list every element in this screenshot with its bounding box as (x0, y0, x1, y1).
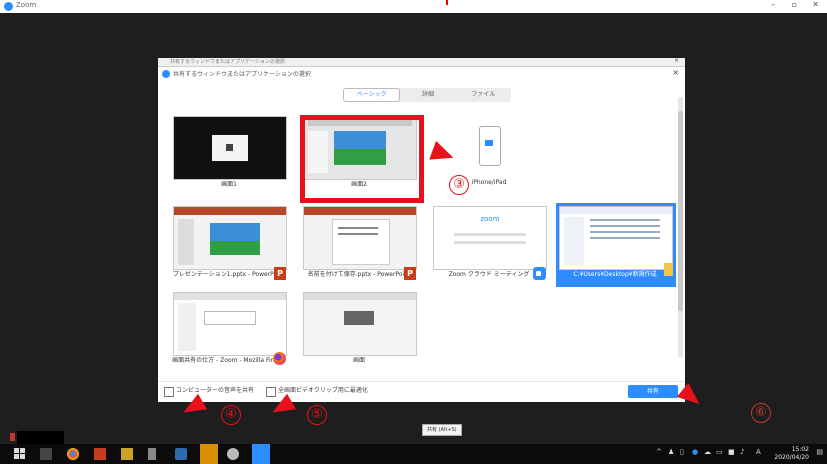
tray-ime-icon[interactable]: A (756, 448, 761, 456)
tab-files[interactable]: ファイル (456, 88, 511, 102)
tray-chevron-icon[interactable]: ^ (656, 448, 662, 456)
tile-label: 画面1 (221, 181, 237, 188)
tray-network-icon[interactable]: ▭ (716, 448, 723, 456)
tray-app-icon[interactable]: ■ (728, 448, 735, 456)
step-3-marker: ③ (449, 175, 469, 195)
optimize-video-label: 全画面ビデオクリップ用に最適化 (278, 387, 368, 394)
highlight-box-screen-2 (300, 115, 424, 203)
tile-label: 画面共有の仕方 - Zoom - Mozilla Firefox (172, 357, 286, 364)
firefox-thumbnail (173, 292, 287, 356)
red-marker (446, 0, 448, 5)
chrome-icon[interactable] (67, 448, 79, 460)
window-title: Zoom (16, 1, 37, 9)
outlook-icon[interactable] (175, 448, 187, 460)
tray-zoom-icon[interactable]: ● (692, 448, 698, 456)
background-dialog-close-icon[interactable]: × (674, 57, 679, 64)
share-tabs: ベーシック 詳細 ファイル (343, 88, 511, 102)
scrollbar-thumb[interactable] (678, 111, 683, 311)
tray-volume-icon[interactable]: ♪ (740, 448, 744, 456)
task-view-icon[interactable] (40, 448, 52, 460)
settings-icon[interactable] (227, 448, 239, 460)
tile-label: プレゼンテーション1.pptx - PowerPoint (172, 271, 286, 278)
minimize-icon[interactable]: – (771, 0, 775, 9)
tile-label: 画面 (352, 357, 365, 364)
powerpoint-icon: P (404, 267, 416, 280)
zoom-taskbar-icon[interactable] (252, 444, 270, 464)
app-taskbar-icon[interactable] (121, 448, 133, 460)
tray-onedrive-icon[interactable]: ☁ (704, 448, 711, 456)
powerpoint-icon: P (274, 267, 286, 280)
zoom-meeting-thumbnail: zoom (433, 206, 547, 270)
zoom-wordmark: zoom (480, 215, 500, 223)
share-tile-screen-1[interactable]: 画面1 (170, 113, 288, 201)
tray-battery-icon[interactable]: ▯ (680, 448, 684, 456)
taskbar-clock[interactable]: 15:02 2020/04/20 (774, 446, 809, 462)
step-6-marker: ⑥ (751, 403, 771, 423)
powerpoint-1-thumbnail (173, 206, 287, 270)
recording-indicator-icon (10, 433, 15, 441)
keyboard-icon[interactable] (148, 448, 156, 460)
zoom-app-icon (4, 2, 13, 11)
share-tile-zoom-meeting[interactable]: zoom Zoom クラウド ミーティング (430, 203, 548, 291)
tile-label: iPhone/iPad (471, 179, 507, 186)
share-tile-firefox[interactable]: 画面共有の仕方 - Zoom - Mozilla Firefox (170, 289, 288, 377)
window-titlebar: Zoom – ▫ ✕ (0, 0, 827, 13)
tab-basic[interactable]: ベーシック (343, 88, 401, 102)
dialog-footer: コンピューターの音声を共有 全画面ビデオクリップ用に最適化 共有 (158, 381, 685, 402)
optimize-video-checkbox[interactable] (266, 387, 276, 397)
share-sound-checkbox[interactable] (164, 387, 174, 397)
zoom-app-icon (533, 267, 546, 280)
windows-taskbar: ^ ♟ ▯ ● ☁ ▭ ■ ♪ A 15:02 2020/04/20 ▤ (0, 444, 827, 464)
clock-time: 15:02 (791, 446, 809, 453)
clock-date: 2020/04/20 (774, 454, 809, 461)
dialog-title: 共有するウィンドウまたはアプリケーションの選択 (173, 71, 311, 78)
dialog-titlebar: 共有するウィンドウまたはアプリケーションの選択 × (158, 67, 685, 81)
background-dialog-titlebar: 共有するウィンドウまたはアプリケーションの選択 × (158, 57, 685, 67)
step-5-marker: ⑤ (307, 405, 327, 425)
tray-person-icon[interactable]: ♟ (668, 448, 674, 456)
firefox-icon (273, 352, 286, 365)
file-explorer-icon[interactable] (200, 444, 218, 464)
zoom-logo-icon (162, 70, 170, 78)
share-button[interactable]: 共有 (628, 385, 678, 398)
redacted-area (17, 431, 64, 444)
windows-start-icon[interactable] (14, 448, 26, 460)
folder-thumbnail (559, 206, 673, 270)
close-icon[interactable]: ✕ (812, 0, 819, 9)
tile-label: Zoom クラウド ミーティング (448, 271, 530, 278)
dialog-close-icon[interactable]: × (672, 68, 679, 77)
share-shortcut-tooltip: 共有 (Alt+S) (422, 424, 462, 436)
background-dialog-title: 共有するウィンドウまたはアプリケーションの選択 (170, 59, 285, 65)
tile-label: C:¥Users¥Desktop¥新規作成 (573, 271, 657, 278)
share-tile-powerpoint-1[interactable]: プレゼンテーション1.pptx - PowerPoint P (170, 203, 288, 291)
screen-1-thumbnail (173, 116, 287, 180)
share-tile-powerpoint-2[interactable]: 名前を付けて保存.pptx - PowerPoint P (300, 203, 418, 291)
powerpoint-taskbar-icon[interactable] (94, 448, 106, 460)
maximize-icon[interactable]: ▫ (792, 0, 797, 9)
window-thumbnail (303, 292, 417, 356)
share-tile-window[interactable]: 画面 (300, 289, 418, 377)
tile-label: 名前を付けて保存.pptx - PowerPoint (307, 271, 411, 278)
share-tile-folder[interactable]: C:¥Users¥Desktop¥新規作成 (556, 203, 676, 287)
share-sound-label: コンピューターの音声を共有 (176, 387, 255, 394)
tab-advanced[interactable]: 詳細 (400, 88, 455, 102)
powerpoint-2-thumbnail (303, 206, 417, 270)
folder-icon (664, 263, 673, 276)
notification-icon[interactable]: ▤ (816, 448, 823, 456)
step-4-marker: ④ (221, 405, 241, 425)
